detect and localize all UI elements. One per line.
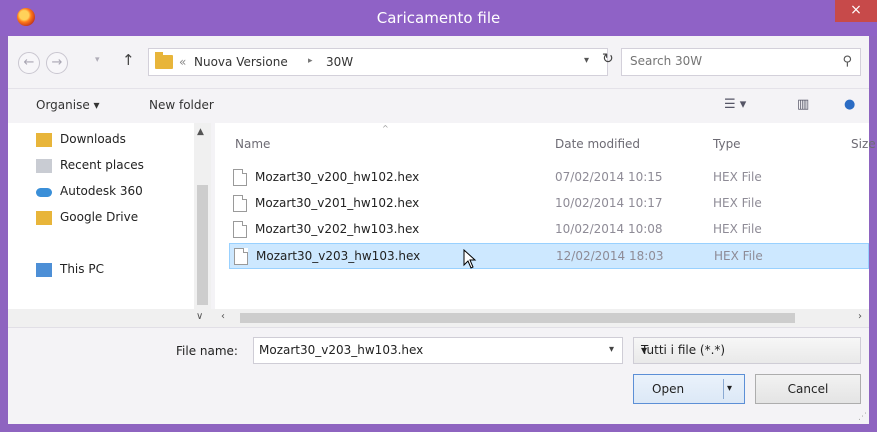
column-header-date-modified[interactable]: Date modified <box>555 137 640 151</box>
chevron-down-icon[interactable]: ▾ <box>609 344 614 355</box>
nav-scroll-down-icon[interactable]: ∨ <box>196 311 203 322</box>
filetype-select[interactable]: Tutti i file (*.*) ▾ <box>633 337 861 364</box>
file-row-selected[interactable]: Mozart30_v203_hw103.hex 12/02/2014 18:03… <box>229 243 869 269</box>
breadcrumb-overflow[interactable]: « <box>179 55 186 69</box>
filename-combobox[interactable]: ▾ <box>253 337 623 364</box>
file-name: Mozart30_v203_hw103.hex <box>256 249 421 263</box>
file-date: 12/02/2014 18:03 <box>556 249 664 263</box>
address-row: ← → ▾ ↑ « Nuova Versione ▸ 30W ▾ ↻ ⚲ <box>8 36 869 86</box>
cancel-button-label: Cancel <box>787 382 829 396</box>
resize-grip-icon[interactable]: ⋰ <box>858 412 867 422</box>
computer-icon <box>36 263 52 277</box>
dialog-footer: File name: ▾ Tutti i file (*.*) ▾ Open ▾… <box>8 327 869 424</box>
address-bar[interactable]: « Nuova Versione ▸ 30W <box>148 48 608 76</box>
scrollbar-thumb[interactable] <box>197 185 208 305</box>
breadcrumb-chevron-icon[interactable]: ▸ <box>308 56 313 66</box>
file-icon <box>233 169 247 186</box>
close-button[interactable]: × <box>835 0 877 22</box>
address-dropdown-icon[interactable]: ▾ <box>584 55 589 66</box>
forward-button[interactable]: → <box>46 52 68 74</box>
window-title: Caricamento file <box>376 9 501 27</box>
recent-locations-dropdown-icon[interactable]: ▾ <box>95 55 100 65</box>
filename-input[interactable] <box>259 343 589 357</box>
file-row[interactable]: Mozart30_v201_hw102.hex 10/02/2014 10:17… <box>229 191 869 217</box>
scrollbar-thumb[interactable] <box>240 313 795 323</box>
file-row[interactable]: Mozart30_v200_hw102.hex 07/02/2014 10:15… <box>229 165 869 191</box>
recent-places-icon <box>36 159 52 173</box>
folder-icon <box>36 211 52 225</box>
preview-pane-icon[interactable]: ▥ <box>797 97 809 112</box>
cancel-button[interactable]: Cancel <box>755 374 861 404</box>
scroll-left-icon[interactable]: ‹ <box>221 311 225 322</box>
file-type: HEX File <box>713 222 762 236</box>
nav-item-label: Google Drive <box>60 210 139 224</box>
column-header-name[interactable]: Name <box>235 137 270 151</box>
horizontal-scrollbar[interactable]: ∨ ‹ › <box>8 309 869 327</box>
nav-pane-scrollbar[interactable]: ▲ ▼ <box>194 123 211 327</box>
view-options-icon[interactable]: ☰ ▾ <box>724 97 746 112</box>
file-icon <box>233 221 247 238</box>
scroll-up-icon[interactable]: ▲ <box>197 127 204 137</box>
folder-icon <box>155 52 173 69</box>
mouse-cursor-icon <box>463 249 477 269</box>
file-icon <box>233 195 247 212</box>
filename-label: File name: <box>176 344 238 358</box>
file-type: HEX File <box>714 249 763 263</box>
up-folder-icon[interactable]: ↑ <box>122 51 135 69</box>
file-row[interactable]: Mozart30_v202_hw103.hex 10/02/2014 10:08… <box>229 217 869 243</box>
open-options-dropdown-icon[interactable]: ▾ <box>727 383 732 394</box>
column-header-type[interactable]: Type <box>713 137 741 151</box>
downloads-icon <box>36 133 52 147</box>
nav-item-label: Downloads <box>60 132 126 146</box>
refresh-icon[interactable]: ↻ <box>602 51 614 67</box>
organise-button[interactable]: Organise ▾ <box>36 98 100 112</box>
breadcrumb-nuova-versione[interactable]: Nuova Versione <box>194 55 288 69</box>
column-header-size[interactable]: Size <box>851 137 876 151</box>
file-date: 10/02/2014 10:08 <box>555 222 663 236</box>
search-box[interactable]: ⚲ <box>621 48 861 76</box>
file-type: HEX File <box>713 170 762 184</box>
cloud-icon <box>36 188 52 197</box>
file-date: 10/02/2014 10:17 <box>555 196 663 210</box>
breadcrumb-30w[interactable]: 30W <box>326 55 353 69</box>
sort-ascending-icon: ^ <box>382 124 389 133</box>
new-folder-button[interactable]: New folder <box>149 98 214 112</box>
command-toolbar: Organise ▾ New folder ☰ ▾ ▥ ● <box>8 88 869 122</box>
nav-item-label: This PC <box>60 262 104 276</box>
open-button[interactable]: Open ▾ <box>633 374 745 404</box>
title-bar[interactable]: Caricamento file × <box>0 0 877 36</box>
nav-item-label: Recent places <box>60 158 144 172</box>
open-button-label: Open <box>652 382 685 396</box>
nav-item-label: Autodesk 360 <box>60 184 143 198</box>
scroll-right-icon[interactable]: › <box>858 311 862 322</box>
file-type: HEX File <box>713 196 762 210</box>
navigation-pane: Downloads Recent places Autodesk 360 Goo… <box>8 123 211 327</box>
file-icon <box>234 248 248 265</box>
split-divider <box>723 379 724 399</box>
file-date: 07/02/2014 10:15 <box>555 170 663 184</box>
file-list: Name ^ Date modified Type Size Mozart30_… <box>215 123 876 327</box>
chevron-down-icon[interactable]: ▾ <box>641 343 852 357</box>
search-input[interactable] <box>630 54 830 68</box>
file-name: Mozart30_v200_hw102.hex <box>255 170 420 184</box>
file-name: Mozart30_v201_hw102.hex <box>255 196 420 210</box>
file-name: Mozart30_v202_hw103.hex <box>255 222 420 236</box>
search-icon[interactable]: ⚲ <box>842 54 852 69</box>
back-button[interactable]: ← <box>18 52 40 74</box>
help-icon[interactable]: ● <box>844 97 855 112</box>
